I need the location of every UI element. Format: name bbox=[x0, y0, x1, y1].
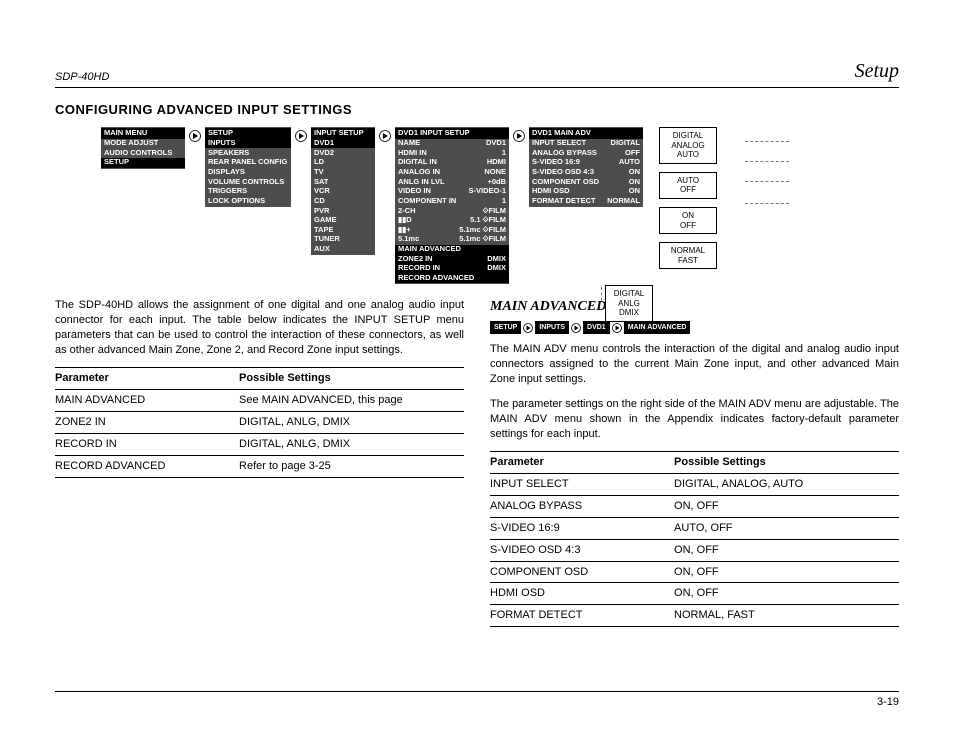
menu-main: MAIN MENU MODE ADJUST AUDIO CONTROLS SET… bbox=[101, 127, 185, 169]
table-row: HDMI OSDON, OFF bbox=[490, 583, 899, 605]
menu-setup: SETUP INPUTS SPEAKERS REAR PANEL CONFIG … bbox=[205, 127, 291, 207]
table-row: INPUT SELECTDIGITAL, ANALOG, AUTO bbox=[490, 474, 899, 496]
table-row: S-VIDEO 16:9AUTO, OFF bbox=[490, 517, 899, 539]
menu-item-active: INPUTS bbox=[205, 139, 291, 149]
table-row: FORMAT DETECTNORMAL, FAST bbox=[490, 605, 899, 627]
left-column: The SDP-40HD allows the assignment of on… bbox=[55, 298, 464, 478]
left-para1: The SDP-40HD allows the assignment of on… bbox=[55, 298, 464, 357]
table-row: RECORD ADVANCEDRefer to page 3-25 bbox=[55, 455, 464, 477]
menu-dvd1-input: DVD1 INPUT SETUP NAMEDVD1 HDMI IN1 DIGIT… bbox=[395, 127, 509, 284]
crumb: MAIN ADVANCED bbox=[624, 321, 691, 334]
crumb: INPUTS bbox=[535, 321, 569, 334]
page-number: 3-19 bbox=[877, 696, 899, 708]
table-row: RECORD INDIGITAL, ANLG, DMIX bbox=[55, 433, 464, 455]
running-header: SDP-40HD Setup bbox=[55, 60, 899, 88]
menu-input-setup: INPUT SETUP DVD1 DVD2 LD TV SAT VCR CD P… bbox=[311, 127, 375, 255]
chevron-right-icon bbox=[523, 323, 533, 333]
menu-item-active: SETUP bbox=[101, 158, 185, 168]
menu-setup-title: SETUP bbox=[205, 128, 291, 139]
crumb: DVD1 bbox=[583, 321, 610, 334]
table-row: S-VIDEO OSD 4:3ON, OFF bbox=[490, 539, 899, 561]
table-row: COMPONENT OSDON, OFF bbox=[490, 561, 899, 583]
menu-main-title: MAIN MENU bbox=[101, 128, 185, 139]
chevron-right-icon bbox=[612, 323, 622, 333]
page-footer: 3-19 bbox=[55, 691, 899, 708]
section-name: Setup bbox=[855, 60, 899, 83]
option-box-onoff: ONOFF bbox=[659, 207, 717, 234]
arrow-right-icon bbox=[295, 130, 307, 142]
right-para2: The parameter settings on the right side… bbox=[490, 397, 899, 442]
body-columns: The SDP-40HD allows the assignment of on… bbox=[55, 298, 899, 627]
left-table: Parameter Possible Settings MAIN ADVANCE… bbox=[55, 367, 464, 477]
menu-diagram: MAIN MENU MODE ADJUST AUDIO CONTROLS SET… bbox=[55, 127, 899, 284]
chevron-right-icon bbox=[571, 323, 581, 333]
arrow-right-icon bbox=[513, 130, 525, 142]
section-heading: CONFIGURING ADVANCED INPUT SETTINGS bbox=[55, 102, 899, 117]
menu-dvd1-input-title: DVD1 INPUT SETUP bbox=[395, 128, 509, 139]
right-column: MAIN ADVANCED SETUP INPUTS DVD1 MAIN ADV… bbox=[490, 298, 899, 627]
arrow-right-icon bbox=[379, 130, 391, 142]
option-box-svideo169: AUTOOFF bbox=[659, 172, 717, 199]
table-row: ANALOG BYPASSON, OFF bbox=[490, 496, 899, 518]
menu-item: MODE ADJUST bbox=[101, 139, 185, 149]
option-box-input-select: DIGITALANALOGAUTO bbox=[659, 127, 717, 164]
breadcrumb: SETUP INPUTS DVD1 MAIN ADVANCED bbox=[490, 321, 899, 334]
table-head: Parameter Possible Settings bbox=[55, 368, 464, 390]
menu-item-active: DVD1 bbox=[311, 139, 375, 149]
menu-dvd1-main-adv-title: DVD1 MAIN ADV bbox=[529, 128, 643, 139]
menu-dvd1-main-adv: DVD1 MAIN ADV INPUT SELECTDIGITAL ANALOG… bbox=[529, 127, 643, 207]
menu-item-active: MAIN ADVANCED bbox=[395, 245, 509, 255]
option-boxes: DIGITALANALOGAUTO AUTOOFF ONOFF NORMALFA… bbox=[659, 127, 717, 269]
option-box-record: DIGITAL ANLG DMIX bbox=[605, 285, 653, 322]
crumb: SETUP bbox=[490, 321, 521, 334]
right-para1: The MAIN ADV menu controls the interacti… bbox=[490, 342, 899, 387]
table-head: Parameter Possible Settings bbox=[490, 452, 899, 474]
table-row: ZONE2 INDIGITAL, ANLG, DMIX bbox=[55, 412, 464, 434]
right-table: Parameter Possible Settings INPUT SELECT… bbox=[490, 451, 899, 627]
option-box-format: NORMALFAST bbox=[659, 242, 717, 269]
menu-item: AUDIO CONTROLS bbox=[101, 148, 185, 158]
menu-input-setup-title: INPUT SETUP bbox=[311, 128, 375, 139]
product-name: SDP-40HD bbox=[55, 71, 109, 83]
table-row: MAIN ADVANCEDSee MAIN ADVANCED, this pag… bbox=[55, 390, 464, 412]
arrow-right-icon bbox=[189, 130, 201, 142]
right-heading: MAIN ADVANCED bbox=[490, 298, 899, 317]
